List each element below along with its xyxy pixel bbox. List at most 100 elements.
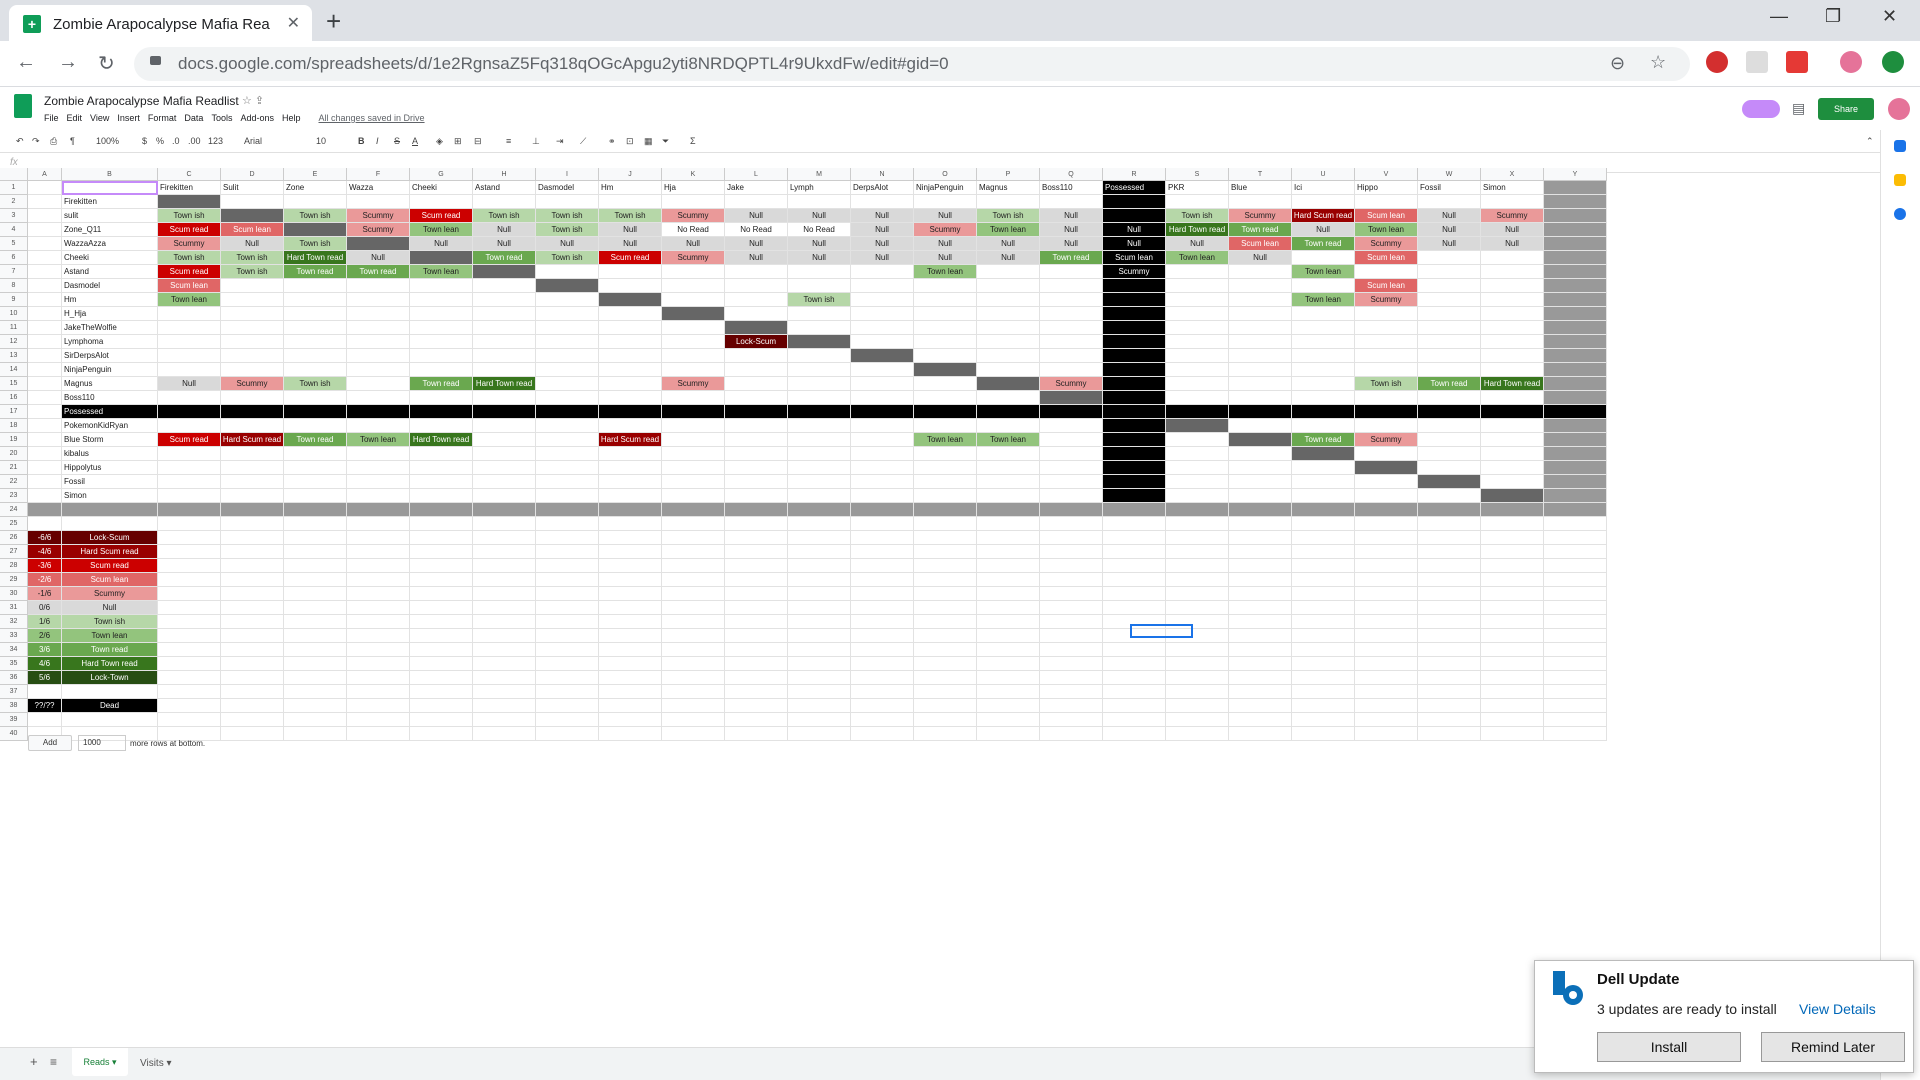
read-cell[interactable] bbox=[1103, 195, 1166, 209]
cell[interactable] bbox=[473, 559, 536, 573]
read-cell[interactable] bbox=[536, 265, 599, 279]
read-cell[interactable]: Town ish bbox=[284, 377, 347, 391]
cell[interactable] bbox=[1481, 545, 1544, 559]
read-cell[interactable] bbox=[221, 293, 284, 307]
read-cell[interactable] bbox=[1229, 489, 1292, 503]
cell[interactable] bbox=[725, 615, 788, 629]
read-cell[interactable] bbox=[473, 489, 536, 503]
cell[interactable] bbox=[1103, 531, 1166, 545]
read-cell[interactable] bbox=[977, 265, 1040, 279]
cell[interactable] bbox=[1103, 601, 1166, 615]
cell[interactable] bbox=[914, 685, 977, 699]
read-cell[interactable] bbox=[1166, 433, 1229, 447]
cell[interactable] bbox=[788, 671, 851, 685]
cell[interactable] bbox=[851, 685, 914, 699]
document-title[interactable]: Zombie Arapocalypse Mafia Readlist bbox=[44, 94, 239, 108]
read-cell[interactable]: Town ish bbox=[284, 209, 347, 223]
read-cell[interactable] bbox=[599, 279, 662, 293]
cell[interactable] bbox=[662, 587, 725, 601]
cell[interactable] bbox=[1544, 335, 1607, 349]
cell[interactable] bbox=[410, 727, 473, 741]
cell[interactable] bbox=[158, 559, 221, 573]
cell[interactable] bbox=[1229, 573, 1292, 587]
read-cell[interactable] bbox=[284, 307, 347, 321]
read-cell[interactable] bbox=[284, 447, 347, 461]
cell[interactable] bbox=[977, 685, 1040, 699]
read-cell[interactable]: Scum read bbox=[599, 251, 662, 265]
cell[interactable] bbox=[599, 685, 662, 699]
cell[interactable] bbox=[28, 265, 62, 279]
cell[interactable] bbox=[347, 727, 410, 741]
legend-label[interactable]: Null bbox=[62, 601, 158, 615]
cell[interactable] bbox=[725, 699, 788, 713]
cell[interactable] bbox=[1292, 573, 1355, 587]
legend-value[interactable]: 0/6 bbox=[28, 601, 62, 615]
read-cell[interactable] bbox=[599, 447, 662, 461]
cell[interactable] bbox=[788, 559, 851, 573]
read-cell[interactable]: Scum lean bbox=[1355, 209, 1418, 223]
read-cell[interactable] bbox=[1481, 251, 1544, 265]
read-cell[interactable] bbox=[1355, 363, 1418, 377]
read-cell[interactable] bbox=[158, 475, 221, 489]
back-icon[interactable]: ← bbox=[16, 51, 36, 74]
legend-value[interactable]: -2/6 bbox=[28, 573, 62, 587]
cell[interactable] bbox=[914, 727, 977, 741]
read-cell[interactable]: Null bbox=[1292, 223, 1355, 237]
read-cell[interactable]: Null bbox=[1418, 209, 1481, 223]
cell[interactable] bbox=[1544, 363, 1607, 377]
read-cell[interactable] bbox=[1103, 363, 1166, 377]
read-cell[interactable] bbox=[1103, 293, 1166, 307]
cell[interactable] bbox=[725, 657, 788, 671]
cell[interactable] bbox=[1355, 517, 1418, 531]
cell[interactable] bbox=[1166, 573, 1229, 587]
read-cell[interactable] bbox=[725, 293, 788, 307]
read-cell[interactable] bbox=[851, 265, 914, 279]
cell[interactable] bbox=[662, 531, 725, 545]
cell[interactable] bbox=[1544, 573, 1607, 587]
cell[interactable] bbox=[1418, 713, 1481, 727]
zoom-icon[interactable]: ⊖ bbox=[1610, 53, 1625, 74]
cell[interactable] bbox=[1229, 545, 1292, 559]
read-cell[interactable] bbox=[1292, 335, 1355, 349]
cell[interactable] bbox=[1544, 209, 1607, 223]
cell[interactable] bbox=[410, 545, 473, 559]
cell[interactable] bbox=[1544, 685, 1607, 699]
cell[interactable] bbox=[662, 727, 725, 741]
column-header-c[interactable]: C bbox=[158, 168, 221, 181]
read-cell[interactable]: Null bbox=[851, 251, 914, 265]
cell[interactable] bbox=[347, 601, 410, 615]
read-cell[interactable] bbox=[1166, 461, 1229, 475]
cell[interactable] bbox=[28, 405, 62, 419]
read-cell[interactable] bbox=[788, 489, 851, 503]
read-cell[interactable] bbox=[536, 461, 599, 475]
tasks-icon[interactable] bbox=[1894, 208, 1906, 220]
read-cell[interactable] bbox=[914, 447, 977, 461]
cell[interactable] bbox=[1103, 671, 1166, 685]
cell[interactable] bbox=[1355, 713, 1418, 727]
cell[interactable] bbox=[1418, 559, 1481, 573]
star-icon[interactable]: ☆ ⇪ bbox=[242, 94, 264, 107]
cell[interactable] bbox=[725, 727, 788, 741]
cell[interactable] bbox=[977, 629, 1040, 643]
read-cell[interactable] bbox=[347, 461, 410, 475]
cell[interactable] bbox=[1481, 573, 1544, 587]
read-cell[interactable] bbox=[851, 195, 914, 209]
read-cell[interactable] bbox=[1292, 461, 1355, 475]
read-cell[interactable] bbox=[599, 489, 662, 503]
read-cell[interactable]: Town lean bbox=[1292, 293, 1355, 307]
read-cell[interactable] bbox=[725, 475, 788, 489]
cell[interactable] bbox=[1418, 685, 1481, 699]
read-cell[interactable] bbox=[851, 405, 914, 419]
cell[interactable] bbox=[1544, 671, 1607, 685]
read-cell[interactable] bbox=[410, 475, 473, 489]
cell[interactable] bbox=[1166, 699, 1229, 713]
cell[interactable] bbox=[28, 391, 62, 405]
cell[interactable] bbox=[221, 601, 284, 615]
read-cell[interactable]: Town read bbox=[1040, 251, 1103, 265]
read-cell[interactable]: Town read bbox=[473, 251, 536, 265]
cell[interactable] bbox=[221, 685, 284, 699]
cell[interactable] bbox=[473, 629, 536, 643]
cell[interactable] bbox=[1355, 629, 1418, 643]
read-cell[interactable] bbox=[851, 391, 914, 405]
cell[interactable] bbox=[1166, 517, 1229, 531]
